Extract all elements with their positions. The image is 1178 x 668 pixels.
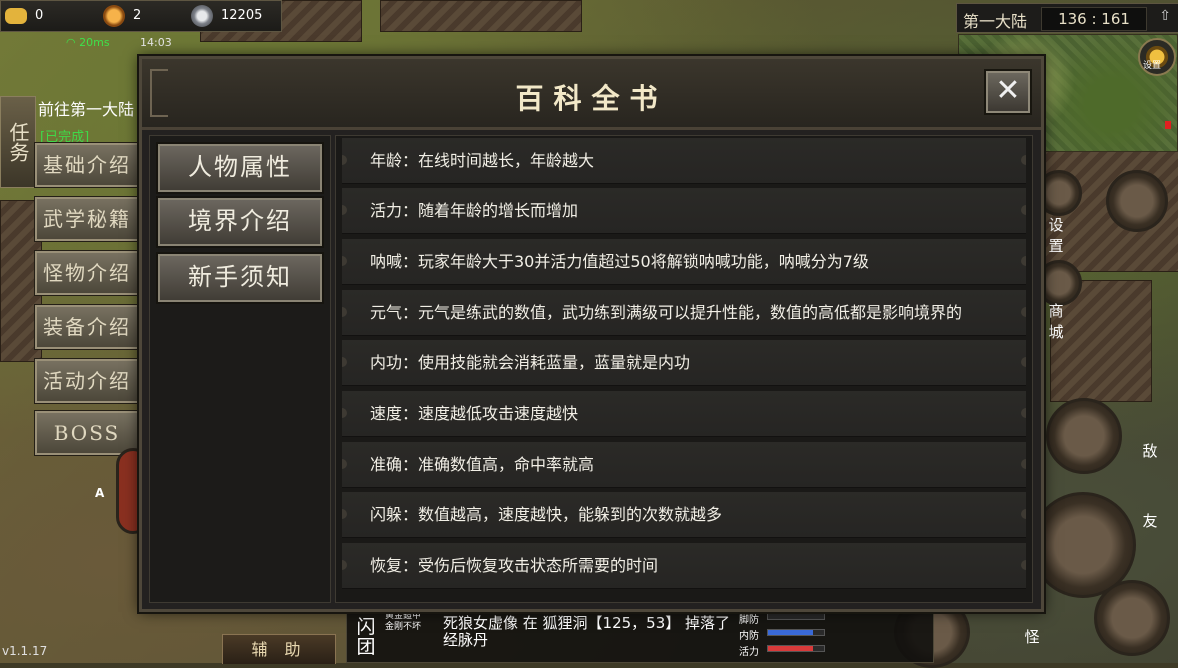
side-menu-monsters[interactable]: 怪物介绍 xyxy=(34,250,140,296)
close-button[interactable]: ✕ xyxy=(984,69,1032,115)
player-marker-icon xyxy=(1165,121,1171,129)
gold-ingot-icon xyxy=(5,8,27,24)
stat-fill xyxy=(768,646,813,651)
network-status: ◠ 20ms xyxy=(66,36,110,49)
grid-menu-icon[interactable] xyxy=(1106,170,1168,232)
shop-label: 商城 xyxy=(1048,302,1064,341)
chat-message: 死狼女虚像 在 狐狸洞【125，53】 掉落了经脉丹 xyxy=(443,614,731,649)
run-toggle-icon[interactable] xyxy=(1046,398,1122,474)
side-menu-equipment[interactable]: 装备介绍 xyxy=(34,304,140,350)
stat-bar xyxy=(767,613,825,620)
list-item: 元气：元气是练武的数值，武功练到满级可以提升性能，数值的高低都是影响境界的 xyxy=(342,290,1026,336)
stat-label: 脚防 xyxy=(739,615,759,626)
list-item: 年龄：在线时间越长，年龄越大 xyxy=(342,138,1026,184)
side-menu-martial-arts[interactable]: 武学秘籍 xyxy=(34,196,140,242)
list-item: 恢复：受伤后恢复攻击状态所需要的时间 xyxy=(342,543,1026,589)
resource-bar: 0 2 12205 xyxy=(0,0,282,32)
gold-ingot-counter: 0 xyxy=(5,5,75,27)
attribute-list: 年龄：在线时间越长，年龄越大 活力：随着年龄的增长而增加 呐喊：玩家年龄大于30… xyxy=(335,135,1033,603)
switch-target-icon[interactable] xyxy=(1094,580,1170,656)
coin-counter: 2 xyxy=(103,5,173,27)
category-nav: 人物属性 境界介绍 新手须知 xyxy=(149,135,331,603)
stat-label: 内防 xyxy=(739,631,759,642)
dialog-title: 百科全书 xyxy=(515,82,668,115)
coin-icon xyxy=(103,5,125,27)
quest-title[interactable]: 前往第一大陆 xyxy=(38,96,134,120)
stat-bar xyxy=(767,629,825,636)
chat-channel-tag[interactable]: 闪团 xyxy=(355,617,377,657)
target-enemy-button[interactable]: 敌 xyxy=(1136,440,1164,461)
collapse-map-icon[interactable]: ⇧ xyxy=(1159,8,1171,24)
silver-coin-icon xyxy=(191,5,213,27)
ping-value: 20ms xyxy=(79,36,110,49)
stat-label: 活力 xyxy=(739,647,759,658)
player-coordinates: 136 : 161 xyxy=(1041,7,1147,31)
assist-button[interactable]: 辅 助 xyxy=(222,634,336,664)
list-item: 速度：速度越低攻击速度越快 xyxy=(342,391,1026,437)
encyclopedia-dialog: 百科全书 ✕ 人物属性 境界介绍 新手须知 年龄：在线时间越长，年龄越大 活力：… xyxy=(139,56,1044,612)
settings-gear-label: 设置 xyxy=(1143,61,1162,71)
chat-system-line: 金刚不坏 xyxy=(385,622,422,632)
wifi-icon: ◠ xyxy=(66,36,76,49)
location-bar: 第一大陆 136 : 161 ⇧ xyxy=(956,3,1178,33)
tab-character-attributes[interactable]: 人物属性 xyxy=(156,142,324,194)
chat-system-line: 黄金鎧甲 xyxy=(385,611,422,621)
tab-newbie-guide[interactable]: 新手须知 xyxy=(156,252,324,304)
task-tab[interactable]: 任务 xyxy=(0,96,36,188)
list-item: 呐喊：玩家年龄大于30并活力值超过50将解锁呐喊功能，呐喊分为7级 xyxy=(342,239,1026,285)
list-item: 内功：使用技能就会消耗蓝量，蓝量就是内功 xyxy=(342,340,1026,386)
chat-panel[interactable]: 闪团 黄金鎧甲 金刚不坏 死狼女虚像 在 狐狸洞【125，53】 掉落了经脉丹 … xyxy=(346,604,934,663)
dialog-header: 百科全书 ✕ xyxy=(142,59,1041,130)
settings-round-label: 设置 xyxy=(1048,216,1064,255)
continent-name: 第一大陆 xyxy=(963,12,1028,31)
roof-tiles xyxy=(380,0,582,32)
chat-system-text: 黄金鎧甲 金刚不坏 xyxy=(385,611,421,633)
silver-coin-counter: 12205 xyxy=(191,5,281,27)
list-item: 准确：准确数值高，命中率就高 xyxy=(342,442,1026,488)
stat-fill xyxy=(768,630,813,635)
target-monster-button[interactable]: 怪 xyxy=(1018,626,1046,647)
key-a-label: A xyxy=(95,486,105,500)
side-menu-basics[interactable]: 基础介绍 xyxy=(34,142,140,188)
list-item: 闪躲：数值越高，速度越快，能躲到的次数就越多 xyxy=(342,492,1026,538)
stat-bar xyxy=(767,645,825,652)
tab-realm-intro[interactable]: 境界介绍 xyxy=(156,196,324,248)
list-item: 活力：随着年龄的增长而增加 xyxy=(342,188,1026,234)
side-menu-events[interactable]: 活动介绍 xyxy=(34,358,140,404)
target-friend-button[interactable]: 友 xyxy=(1136,510,1164,531)
clock: 14:03 xyxy=(140,36,172,49)
version-label: v1.1.17 xyxy=(2,644,48,658)
